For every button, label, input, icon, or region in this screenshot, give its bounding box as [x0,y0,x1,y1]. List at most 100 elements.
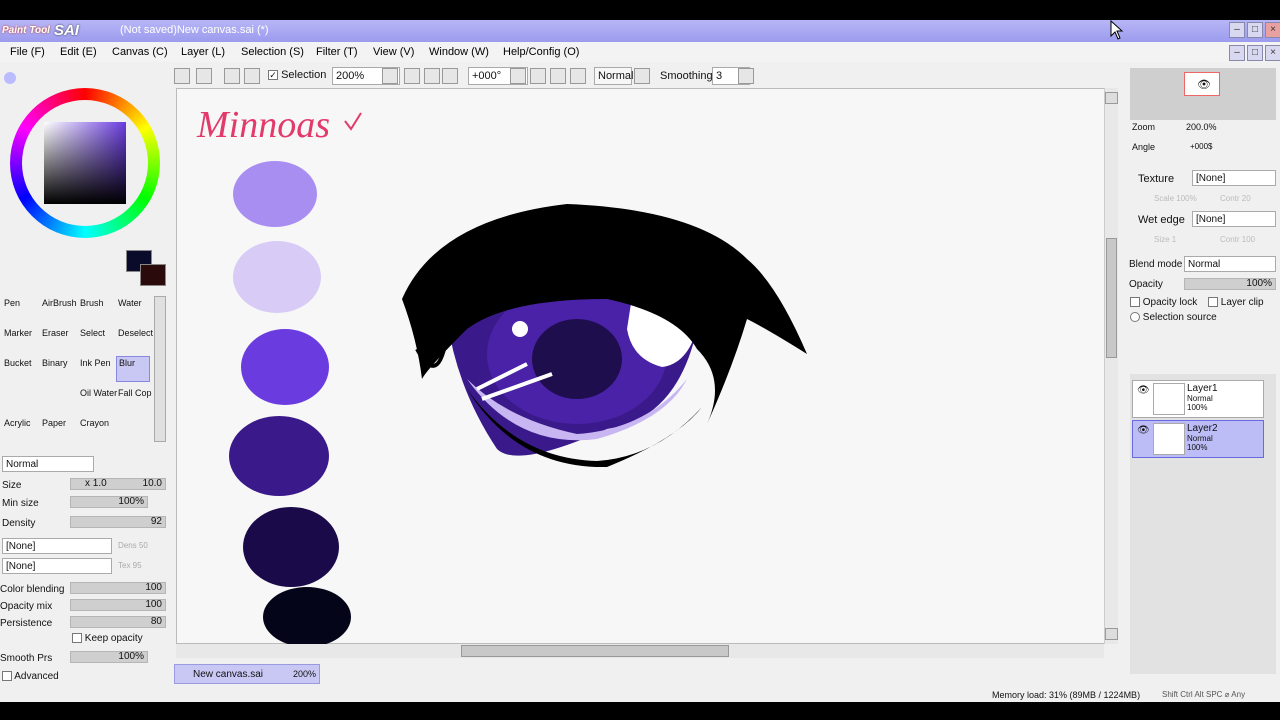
wet-edge-select[interactable]: [None] [1192,211,1276,227]
scroll-down-arrow[interactable] [1105,628,1118,640]
deselect-button[interactable] [224,68,240,84]
tool-paper[interactable]: Paper [42,418,66,428]
tool-brush[interactable]: Brush [80,298,104,308]
color-blending-slider[interactable]: 100 [70,582,166,594]
tool-select[interactable]: Select [80,328,105,338]
tool-fall-cop[interactable]: Fall Cop [118,388,152,398]
child-maximize-button[interactable]: □ [1247,45,1263,61]
layer-visibility-icon[interactable]: 👁 [1137,385,1150,396]
tool-eraser[interactable]: Eraser [42,328,69,338]
layer-item-2[interactable]: 👁 Layer2 Normal 100% [1132,420,1264,458]
size-slider[interactable]: x 1.0 10.0 [70,478,166,490]
persistence-slider[interactable]: 80 [70,616,166,628]
tool-blur[interactable]: Blur [116,356,150,382]
scroll-up-arrow[interactable] [1105,92,1118,104]
tool-marker[interactable]: Marker [4,328,32,338]
selection-source-checkbox[interactable]: Selection source [1130,312,1217,323]
zoom-in-button[interactable] [424,68,440,84]
redo-button[interactable] [196,68,212,84]
rotate-cw-button[interactable] [550,68,566,84]
keep-opacity-label: Keep opacity [84,633,143,644]
menu-selection[interactable]: Selection (S) [241,46,304,58]
document-tab-name: New canvas.sai [193,669,264,680]
navigator-thumbnail-icon: 👁 [1197,79,1211,91]
opacity-mix-slider[interactable]: 100 [70,599,166,611]
vertical-scrollbar[interactable] [1104,88,1118,644]
navigator-preview[interactable]: 👁 [1130,68,1276,120]
menu-edit[interactable]: Edit (E) [60,46,97,58]
smooth-prs-label: Smooth Prs [0,653,53,664]
layer-clip-checkbox[interactable]: Layer clip [1208,297,1264,308]
undo-button[interactable] [174,68,190,84]
view-mode-field[interactable]: Normal [594,67,633,85]
selection-checkbox[interactable]: ✓ Selection [268,69,326,81]
selection-tool-icons[interactable] [4,254,114,294]
texture-select[interactable]: [None] [1192,170,1276,186]
min-size-slider[interactable]: 100% [70,496,148,508]
color-mode-tabs[interactable] [26,70,126,82]
logo-small-text: Paint Tool [2,24,50,36]
tool-binary[interactable]: Binary [42,358,68,368]
smoothing-dropdown-button[interactable] [738,68,754,84]
tool-list-scrollbar[interactable] [154,296,166,442]
color-wheel[interactable] [10,88,160,238]
density-slider[interactable]: 92 [70,516,166,528]
tool-pen[interactable]: Pen [4,298,20,308]
brush-shape-select[interactable]: [None] [2,538,112,554]
tool-deselect[interactable]: Deselect [118,328,153,338]
flip-horizontal-button[interactable] [634,68,650,84]
color-square[interactable] [44,122,126,204]
document-tab[interactable]: New canvas.sai 200% [174,664,320,684]
menu-window[interactable]: Window (W) [429,46,489,58]
layer-action-buttons[interactable] [1136,332,1276,372]
color-wheel-mode-icon[interactable] [4,72,16,84]
navigator-viewport[interactable]: 👁 [1184,72,1220,96]
brush-texture-select[interactable]: [None] [2,558,112,574]
menu-view[interactable]: View (V) [373,46,414,58]
tool-acrylic[interactable]: Acrylic [4,418,31,428]
tool-ink-pen[interactable]: Ink Pen [80,358,111,368]
menu-layer[interactable]: Layer (L) [181,46,225,58]
close-button[interactable]: × [1265,22,1280,38]
tool-water[interactable]: Water [118,298,142,308]
zoom-reset-button[interactable] [442,68,458,84]
tool-bucket[interactable]: Bucket [4,358,32,368]
blend-mode-select[interactable]: Normal [1184,256,1276,272]
menu-filter[interactable]: Filter (T) [316,46,358,58]
keep-opacity-checkbox[interactable]: Keep opacity [72,633,143,644]
child-close-button[interactable]: × [1265,45,1280,61]
brush-mode-select[interactable]: Normal [2,456,94,472]
brush-shape-icons[interactable] [100,457,166,471]
vertical-scroll-thumb[interactable] [1106,238,1117,358]
navigator-buttons[interactable] [1226,122,1276,158]
advanced-checkbox[interactable]: Advanced [2,671,59,682]
horizontal-scrollbar[interactable] [176,644,1104,658]
smooth-prs-slider[interactable]: 100% [70,651,148,663]
horizontal-scroll-thumb[interactable] [461,645,729,657]
rotate-ccw-button[interactable] [530,68,546,84]
angle-dropdown-button[interactable] [510,68,526,84]
layer-visibility-icon[interactable]: 👁 [1137,425,1150,436]
advanced-label: Advanced [14,671,59,682]
layer-item-1[interactable]: 👁 Layer1 Normal 100% [1132,380,1264,418]
tool-airbrush[interactable]: AirBrush [42,298,77,308]
background-color[interactable] [140,264,166,286]
shape-strength: Dens 50 [118,541,148,550]
minimize-button[interactable]: – [1229,22,1245,38]
maximize-button[interactable]: □ [1247,22,1263,38]
menu-help[interactable]: Help/Config (O) [503,46,579,58]
layer-opacity-slider[interactable]: 100% [1184,278,1276,290]
child-minimize-button[interactable]: – [1229,45,1245,61]
menu-canvas[interactable]: Canvas (C) [112,46,168,58]
canvas-area[interactable]: Minnoas [176,88,1118,647]
zoom-dropdown-button[interactable] [382,68,398,84]
tool-oil-water[interactable]: Oil Water [80,388,117,398]
menu-file[interactable]: File (F) [10,46,45,58]
wet-edge-contrast: Contr 100 [1220,235,1256,244]
tool-crayon[interactable]: Crayon [80,418,109,428]
zoom-out-button[interactable] [404,68,420,84]
rotate-reset-button[interactable] [570,68,586,84]
opacity-lock-checkbox[interactable]: Opacity lock [1130,297,1197,308]
invert-selection-button[interactable] [244,68,260,84]
color-blending-label: Color blending [0,584,65,595]
